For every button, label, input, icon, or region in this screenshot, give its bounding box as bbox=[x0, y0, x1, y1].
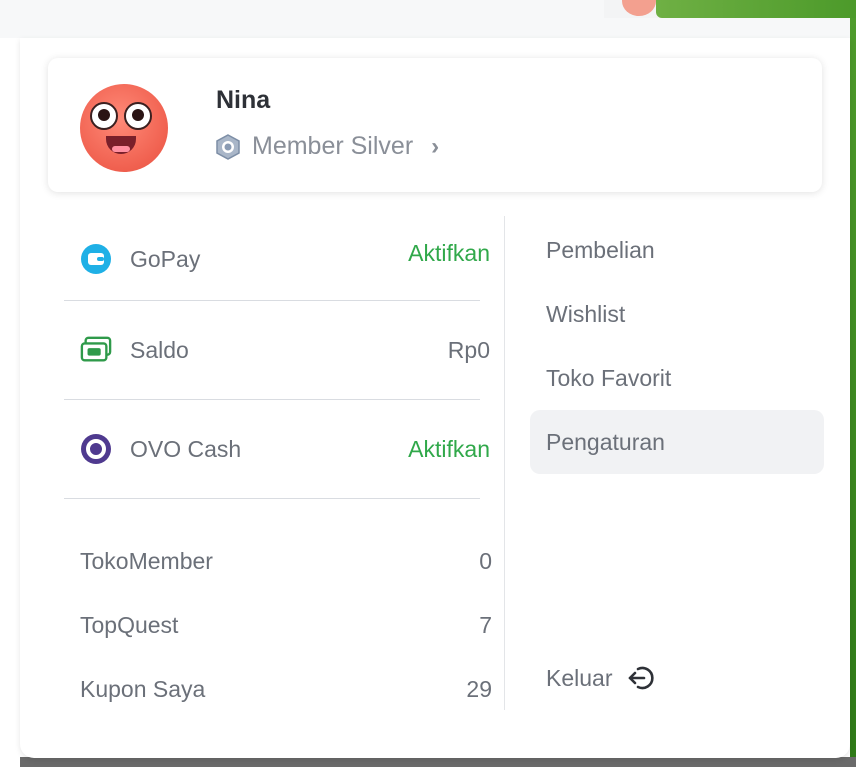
saldo-icon bbox=[80, 334, 112, 366]
logout-button[interactable]: Keluar bbox=[546, 648, 656, 708]
stat-value: 0 bbox=[479, 547, 492, 574]
avatar-eye-right bbox=[124, 102, 152, 130]
profile-card[interactable]: Nina Member Silver › bbox=[48, 58, 822, 192]
wallet-label: GoPay bbox=[130, 245, 201, 272]
account-dropdown: Nina Member Silver › GoPay Aktifkan Sald… bbox=[20, 38, 850, 758]
stat-value: 29 bbox=[466, 675, 492, 702]
menu-item-pengaturan[interactable]: Pengaturan bbox=[530, 410, 824, 474]
ovo-icon bbox=[80, 433, 112, 465]
stat-label: TokoMember bbox=[80, 547, 213, 574]
membership-link[interactable]: Member Silver › bbox=[214, 132, 439, 161]
background-edge bbox=[850, 18, 856, 758]
column-divider bbox=[504, 216, 505, 710]
menu-item-toko-favorit[interactable]: Toko Favorit bbox=[530, 346, 824, 410]
wallet-row-ovo[interactable]: OVO Cash Aktifkan bbox=[64, 400, 490, 499]
stat-row-topquest[interactable]: TopQuest 7 bbox=[64, 593, 492, 657]
wallet-row-gopay[interactable]: GoPay Aktifkan bbox=[64, 218, 490, 301]
wallet-row-saldo[interactable]: Saldo Rp0 bbox=[64, 301, 490, 400]
menu-item-pembelian[interactable]: Pembelian bbox=[530, 218, 824, 282]
stat-list: TokoMember 0 TopQuest 7 Kupon Saya 29 bbox=[64, 529, 492, 721]
gopay-activate-link[interactable]: Aktifkan bbox=[408, 240, 490, 267]
silver-badge-icon bbox=[216, 133, 240, 160]
wallet-column: GoPay Aktifkan Saldo Rp0 OVO Cash Aktifk… bbox=[64, 218, 492, 721]
membership-label: Member Silver bbox=[252, 132, 414, 160]
menu-item-wishlist[interactable]: Wishlist bbox=[530, 282, 824, 346]
user-name: Nina bbox=[216, 86, 271, 114]
left-gutter bbox=[0, 38, 20, 767]
logout-icon bbox=[629, 666, 655, 690]
wallet-label: Saldo bbox=[130, 336, 189, 363]
stat-value: 7 bbox=[479, 611, 492, 638]
wallet-label: OVO Cash bbox=[130, 435, 242, 462]
avatar-mouth bbox=[106, 136, 136, 154]
stat-label: TopQuest bbox=[80, 611, 179, 638]
avatar bbox=[80, 84, 168, 172]
avatar-eye-left bbox=[90, 102, 118, 130]
account-menu: Pembelian Wishlist Toko Favorit Pengatur… bbox=[530, 218, 824, 708]
saldo-value: Rp0 bbox=[447, 336, 490, 363]
logout-label: Keluar bbox=[546, 664, 613, 691]
stat-label: Kupon Saya bbox=[80, 675, 206, 702]
header-avatar bbox=[622, 0, 656, 16]
stat-row-kupon-saya[interactable]: Kupon Saya 29 bbox=[64, 657, 492, 721]
header-green-edge bbox=[656, 0, 856, 18]
header-account-area bbox=[604, 0, 856, 18]
ovo-activate-link[interactable]: Aktifkan bbox=[408, 436, 490, 463]
bottom-shadow bbox=[20, 757, 856, 767]
stat-row-tokomember[interactable]: TokoMember 0 bbox=[64, 529, 492, 593]
chevron-right-icon: › bbox=[431, 132, 440, 160]
gopay-icon bbox=[80, 243, 112, 275]
